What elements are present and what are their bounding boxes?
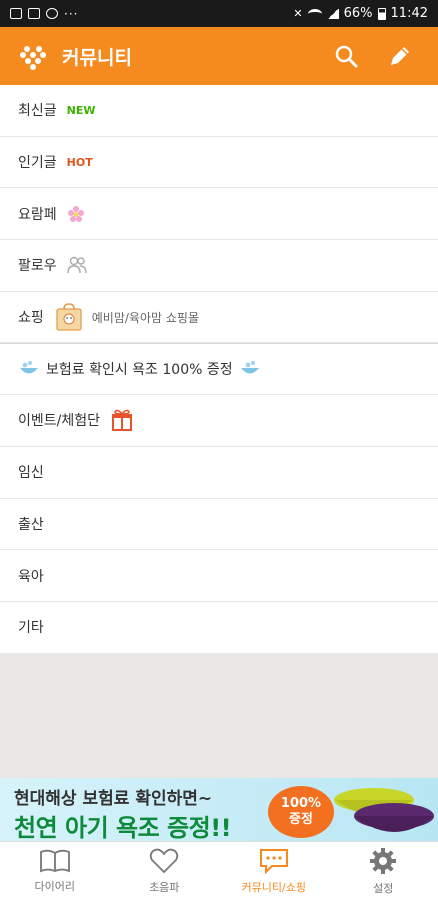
menu-item-label: 기타 [18,620,44,637]
message-icon [46,8,58,19]
page-title: 커뮤니티 [62,46,132,69]
menu-item-label: 최신글 [18,103,57,120]
tab-label: 설정 [373,881,394,895]
shopping-bag-icon [56,303,82,331]
battery-icon [377,7,386,20]
menu-item-label: 출산 [18,516,44,533]
screen: ··· ✕ 66% 11:42 커뮤니티 최신글 NEW 인기글 HOT 요람페… [0,0,438,900]
menu-item-popular[interactable]: 인기글 HOT [0,137,438,189]
battery-percent: 66% [343,6,373,21]
flower-icon [67,205,84,222]
tab-settings[interactable]: 설정 [329,842,438,900]
search-icon [335,45,358,68]
menu-list: 최신글 NEW 인기글 HOT 요람페 팔로우 쇼핑 예비맘/육아맘 쇼핑몰 보… [0,85,438,654]
shopping-subtitle: 예비맘/육아맘 쇼핑몰 [91,310,199,325]
menu-item-label: 임신 [18,465,44,482]
menu-item-label: 팔로우 [18,258,57,275]
menu-item-parenting[interactable]: 육아 [0,550,438,602]
chat-icon [259,848,288,874]
ad-tagline: 천연 아기 욕조 증정!! [14,814,232,841]
menu-item-label: 인기글 [18,155,57,172]
menu-item-follow[interactable]: 팔로우 [0,240,438,292]
tab-label: 커뮤니티/쇼핑 [241,880,306,894]
bathtub-icon [20,361,38,374]
hot-badge: HOT [66,155,93,169]
pencil-icon [391,47,409,65]
status-bar: ··· ✕ 66% 11:42 [0,0,438,27]
tab-community[interactable]: 커뮤니티/쇼핑 [219,842,329,900]
ad-headline: 현대해상 보험료 확인하면~ [14,789,213,809]
menu-item-yoram[interactable]: 요람페 [0,188,438,241]
menu-item-label: 이벤트/체험단 [18,413,100,430]
tab-diary[interactable]: 다이어리 [0,842,110,900]
menu-item-latest[interactable]: 최신글 NEW [0,85,438,137]
gallery-icon [10,8,22,19]
menu-item-etc[interactable]: 기타 [0,602,438,654]
app-logo-icon [20,46,46,70]
gear-icon [370,847,397,874]
tab-label: 다이어리 [34,879,75,893]
more-notifications-icon: ··· [64,6,79,21]
heart-icon [150,848,179,873]
menu-item-birth[interactable]: 출산 [0,499,438,551]
menu-item-shopping[interactable]: 쇼핑 예비맘/육아맘 쇼핑몰 [0,292,438,344]
ad-badge-top: 100% [280,796,322,811]
wifi-icon [307,8,322,19]
bathtub-product-image [334,788,434,832]
menu-item-event[interactable]: 이벤트/체험단 [0,395,438,447]
new-badge: NEW [66,103,96,117]
gift-icon [112,410,132,432]
people-icon [66,257,87,274]
menu-item-pregnancy[interactable]: 임신 [0,447,438,499]
menu-item-label: 육아 [18,568,44,585]
signal-icon [326,8,339,19]
app-header: 커뮤니티 [0,27,438,85]
write-button[interactable] [380,36,420,76]
ad-badge-bottom: 증정 [289,812,313,827]
mute-icon: ✕ [293,7,303,20]
ad-badge: 100% 증정 [268,786,334,838]
menu-item-label: 요람페 [18,206,57,223]
tab-ultrasound[interactable]: 초음파 [110,842,220,900]
bathtub-icon [240,361,259,374]
ad-banner[interactable]: 현대해상 보험료 확인하면~ 천연 아기 욕조 증정!! 100% 증정 [0,778,438,841]
bottom-tab-bar: 다이어리 초음파 커뮤니티/쇼핑 설정 [0,841,438,900]
b-app-icon [28,8,40,19]
menu-item-label: 보험료 확인시 욕조 100% 증정 [46,362,233,379]
clock: 11:42 [390,6,428,21]
tab-label: 초음파 [149,880,180,894]
menu-item-insurance-promo[interactable]: 보험료 확인시 욕조 100% 증정 [0,343,438,396]
menu-item-label: 쇼핑 [18,310,44,327]
search-button[interactable] [326,36,366,76]
book-icon [39,849,70,872]
